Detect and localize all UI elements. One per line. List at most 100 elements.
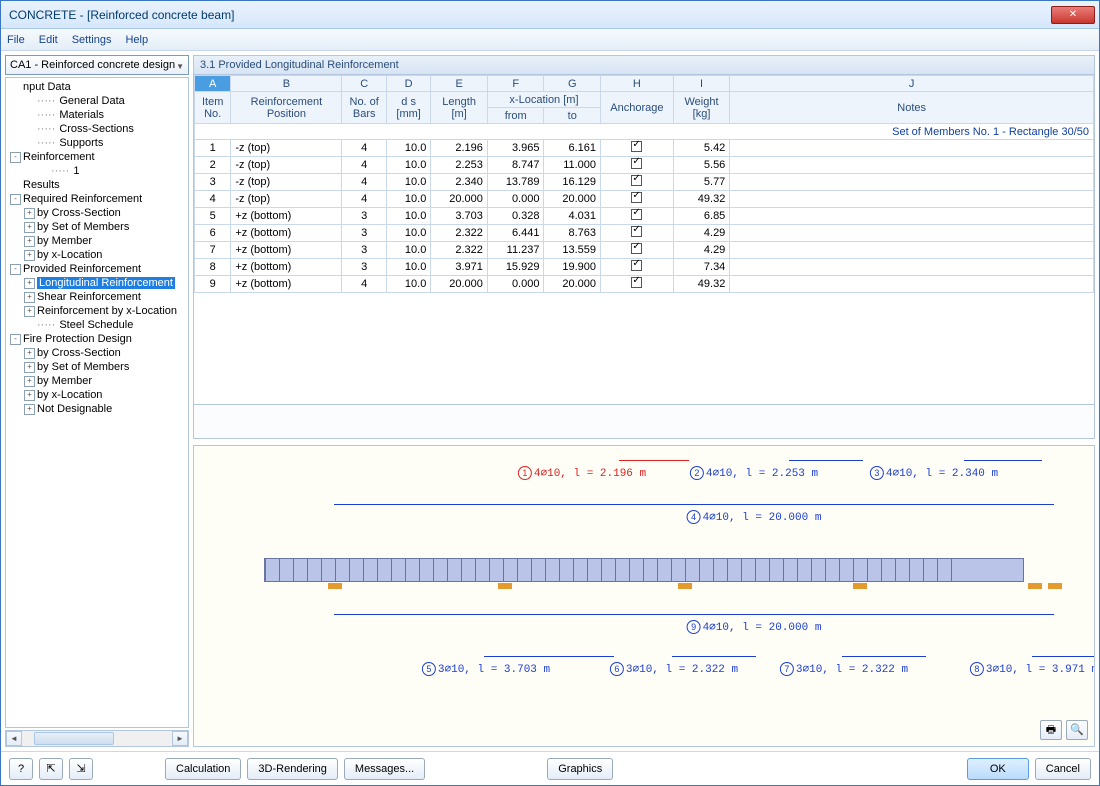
app-window: CONCRETE - [Reinforced concrete beam] ✕ … bbox=[0, 0, 1100, 786]
col-bars: No. ofBars bbox=[342, 92, 386, 124]
anchorage-checkbox[interactable] bbox=[631, 175, 642, 186]
table-row[interactable]: 4-z (top)410.020.0000.00020.00049.32 bbox=[195, 191, 1094, 208]
col-from: from bbox=[487, 108, 544, 124]
col-letter[interactable]: J bbox=[730, 76, 1094, 92]
tree-item[interactable]: +by Set of Members bbox=[6, 360, 188, 374]
tree-item[interactable]: ·····1 bbox=[6, 164, 188, 178]
tree-item[interactable]: +Not Designable bbox=[6, 402, 188, 416]
col-letter[interactable]: B bbox=[231, 76, 342, 92]
tree-item[interactable]: -Provided Reinforcement bbox=[6, 262, 188, 276]
help-button[interactable]: ? bbox=[9, 758, 33, 780]
col-notes: Notes bbox=[730, 92, 1094, 124]
col-anch: Anchorage bbox=[601, 92, 674, 124]
col-letter[interactable]: G bbox=[544, 76, 601, 92]
tree-item[interactable]: +by x-Location bbox=[6, 248, 188, 262]
tree-item[interactable]: +Shear Reinforcement bbox=[6, 290, 188, 304]
col-item: ItemNo. bbox=[195, 92, 231, 124]
export-button[interactable]: ⇱ bbox=[39, 758, 63, 780]
ok-button[interactable]: OK bbox=[967, 758, 1029, 780]
anchorage-checkbox[interactable] bbox=[631, 209, 642, 220]
col-letter[interactable]: E bbox=[431, 76, 488, 92]
close-button[interactable]: ✕ bbox=[1051, 6, 1095, 24]
tree-item[interactable]: +by Cross-Section bbox=[6, 206, 188, 220]
beam-graphic bbox=[264, 558, 1024, 582]
rebar-label: 63⌀10, l = 2.322 m bbox=[610, 662, 738, 676]
rendering-button[interactable]: 3D-Rendering bbox=[247, 758, 337, 780]
cancel-button[interactable]: Cancel bbox=[1035, 758, 1091, 780]
tree-item[interactable]: -Reinforcement bbox=[6, 150, 188, 164]
anchorage-checkbox[interactable] bbox=[631, 277, 642, 288]
table-row[interactable]: 9+z (bottom)410.020.0000.00020.00049.32 bbox=[195, 276, 1094, 293]
diagram-print-icon[interactable]: 🖶 bbox=[1040, 720, 1062, 740]
col-to: to bbox=[544, 108, 601, 124]
col-len: Length[m] bbox=[431, 92, 488, 124]
anchorage-checkbox[interactable] bbox=[631, 260, 642, 271]
calculation-button[interactable]: Calculation bbox=[165, 758, 241, 780]
col-letter[interactable]: D bbox=[386, 76, 430, 92]
anchorage-checkbox[interactable] bbox=[631, 243, 642, 254]
tree-item[interactable]: +by Cross-Section bbox=[6, 346, 188, 360]
rebar-label: 94⌀10, l = 20.000 m bbox=[687, 620, 822, 634]
tree-item[interactable]: +by Member bbox=[6, 374, 188, 388]
table-row[interactable]: 2-z (top)410.02.2538.74711.0005.56 bbox=[195, 157, 1094, 174]
tree-item[interactable]: +Longitudinal Reinforcement bbox=[6, 276, 188, 290]
col-ds: d s[mm] bbox=[386, 92, 430, 124]
results-grid[interactable]: ABCDEFGHIJ ItemNo. ReinforcementPosition… bbox=[193, 75, 1095, 405]
tree-item[interactable]: ·····Cross-Sections bbox=[6, 122, 188, 136]
panel-title: 3.1 Provided Longitudinal Reinforcement bbox=[193, 55, 1095, 75]
scroll-right-icon[interactable]: ► bbox=[172, 731, 188, 746]
titlebar: CONCRETE - [Reinforced concrete beam] ✕ bbox=[1, 1, 1099, 29]
support-icon bbox=[328, 583, 342, 589]
tree-item[interactable]: nput Data bbox=[6, 80, 188, 94]
menu-edit[interactable]: Edit bbox=[39, 34, 58, 46]
col-weight: Weight[kg] bbox=[673, 92, 730, 124]
messages-button[interactable]: Messages... bbox=[344, 758, 425, 780]
support-icon bbox=[853, 583, 867, 589]
tree-item[interactable]: ·····General Data bbox=[6, 94, 188, 108]
menu-file[interactable]: File bbox=[7, 34, 25, 46]
col-letter[interactable]: A bbox=[195, 76, 231, 92]
table-row[interactable]: 8+z (bottom)310.03.97115.92919.9007.34 bbox=[195, 259, 1094, 276]
navigator-tree[interactable]: nput Data·····General Data·····Materials… bbox=[5, 77, 189, 728]
rebar-label: 14⌀10, l = 2.196 m bbox=[518, 466, 646, 480]
tree-item[interactable]: Results bbox=[6, 178, 188, 192]
scroll-thumb[interactable] bbox=[34, 732, 114, 745]
support-icon bbox=[1048, 583, 1062, 589]
case-combo[interactable]: CA1 - Reinforced concrete design bbox=[5, 55, 189, 75]
import-button[interactable]: ⇲ bbox=[69, 758, 93, 780]
diagram-zoom-icon[interactable]: 🔍 bbox=[1066, 720, 1088, 740]
rebar-label: 24⌀10, l = 2.253 m bbox=[690, 466, 818, 480]
table-row[interactable]: 7+z (bottom)310.02.32211.23713.5594.29 bbox=[195, 242, 1094, 259]
scroll-left-icon[interactable]: ◄ bbox=[6, 731, 22, 746]
col-letter[interactable]: F bbox=[487, 76, 544, 92]
col-xloc: x-Location [m] bbox=[487, 92, 600, 108]
tree-hscroll[interactable]: ◄ ► bbox=[5, 730, 189, 747]
col-letter[interactable]: C bbox=[342, 76, 386, 92]
tree-item[interactable]: ·····Materials bbox=[6, 108, 188, 122]
table-row[interactable]: 1-z (top)410.02.1963.9656.1615.42 bbox=[195, 140, 1094, 157]
table-row[interactable]: 3-z (top)410.02.34013.78916.1295.77 bbox=[195, 174, 1094, 191]
tree-item[interactable]: +by x-Location bbox=[6, 388, 188, 402]
table-row[interactable]: 6+z (bottom)310.02.3226.4418.7634.29 bbox=[195, 225, 1094, 242]
tree-item[interactable]: -Required Reinforcement bbox=[6, 192, 188, 206]
menu-help[interactable]: Help bbox=[125, 34, 148, 46]
tree-item[interactable]: ·····Steel Schedule bbox=[6, 318, 188, 332]
tree-item[interactable]: -Fire Protection Design bbox=[6, 332, 188, 346]
menu-settings[interactable]: Settings bbox=[72, 34, 112, 46]
beam-diagram[interactable]: 🖶 🔍 14⌀10, l = 2.196 m 24⌀10, l = 2.253 m… bbox=[193, 445, 1095, 747]
anchorage-checkbox[interactable] bbox=[631, 226, 642, 237]
tree-item[interactable]: +by Member bbox=[6, 234, 188, 248]
anchorage-checkbox[interactable] bbox=[631, 141, 642, 152]
tree-item[interactable]: +by Set of Members bbox=[6, 220, 188, 234]
rebar-label: 73⌀10, l = 2.322 m bbox=[780, 662, 908, 676]
rebar-label: 44⌀10, l = 20.000 m bbox=[687, 510, 822, 524]
col-letter[interactable]: I bbox=[673, 76, 730, 92]
col-letter[interactable]: H bbox=[601, 76, 674, 92]
tree-item[interactable]: +Reinforcement by x-Location bbox=[6, 304, 188, 318]
anchorage-checkbox[interactable] bbox=[631, 192, 642, 203]
graphics-button[interactable]: Graphics bbox=[547, 758, 613, 780]
tree-item[interactable]: ·····Supports bbox=[6, 136, 188, 150]
rebar-label: 34⌀10, l = 2.340 m bbox=[870, 466, 998, 480]
anchorage-checkbox[interactable] bbox=[631, 158, 642, 169]
table-row[interactable]: 5+z (bottom)310.03.7030.3284.0316.85 bbox=[195, 208, 1094, 225]
